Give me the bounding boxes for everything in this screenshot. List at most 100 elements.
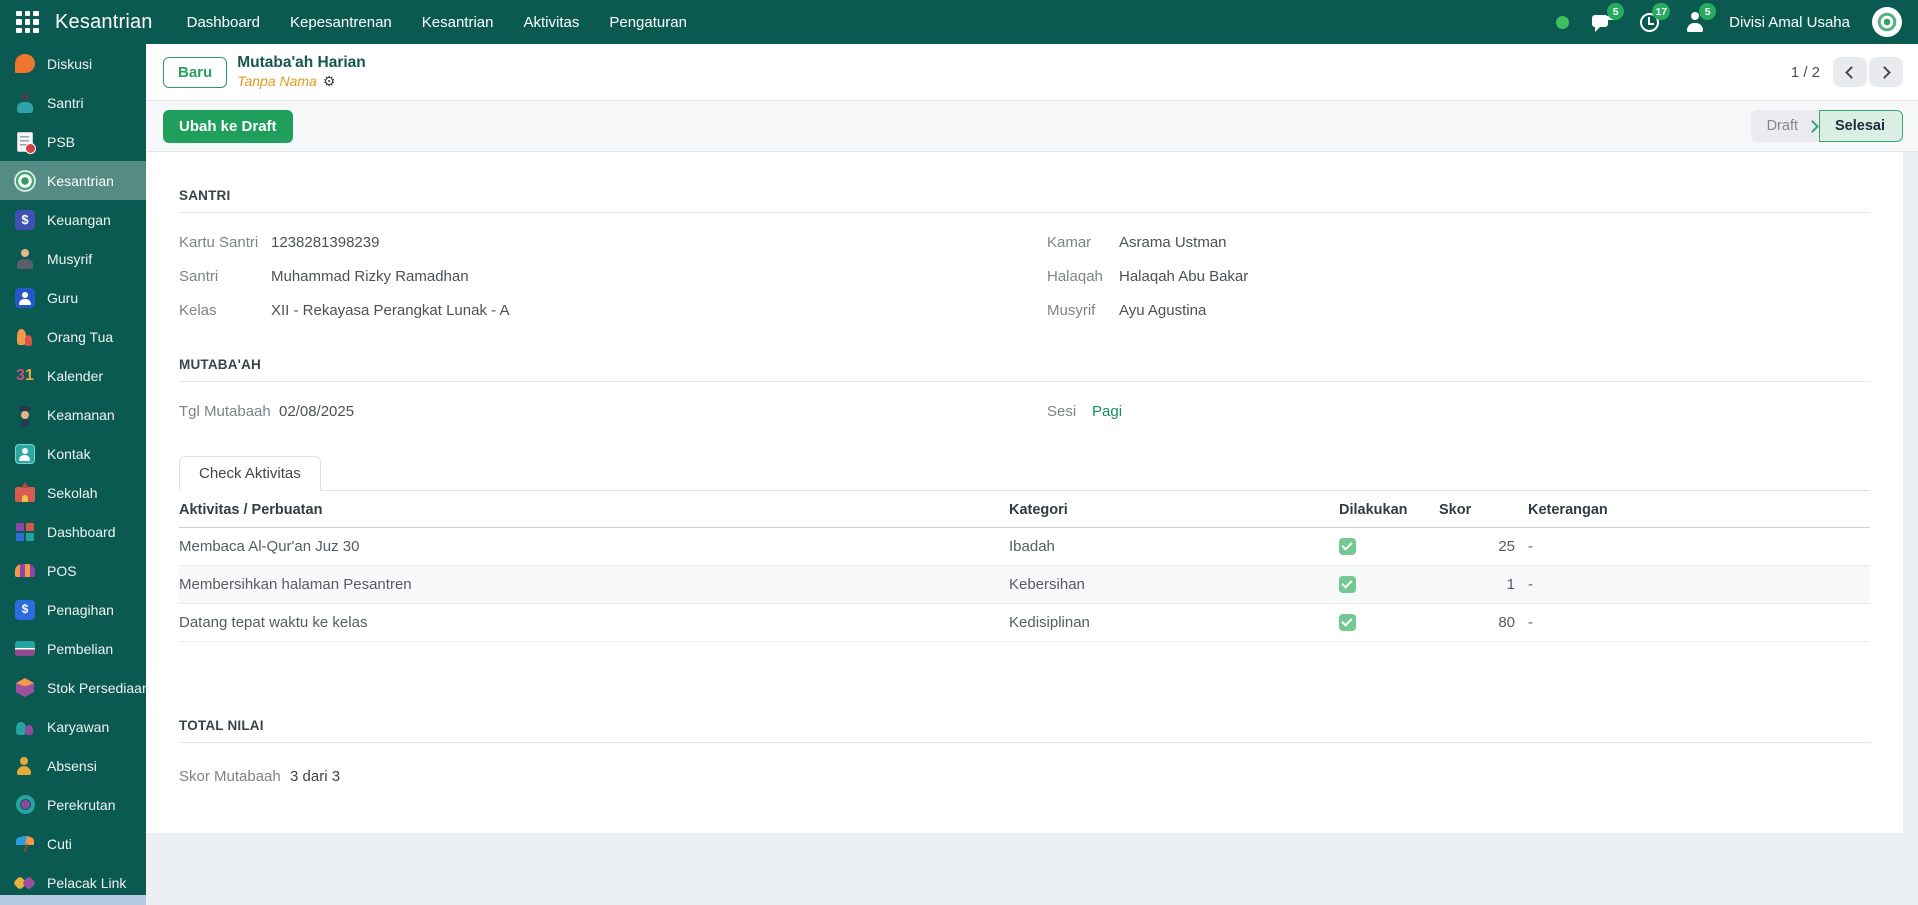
user-menu[interactable]: Divisi Amal Usaha	[1729, 14, 1850, 31]
control-panel: Baru Mutaba'ah Harian Tanpa Nama 1 / 2	[146, 44, 1918, 101]
sidebar-item-pembelian[interactable]: Pembelian	[0, 629, 146, 668]
sidebar-item-stok-persediaan[interactable]: Stok Persediaan	[0, 668, 150, 707]
form-statusbar: Ubah ke Draft Draft Selesai	[146, 101, 1918, 152]
school-building-icon	[13, 481, 37, 505]
finance-dollar-icon	[13, 208, 37, 232]
chevron-right-icon	[1878, 65, 1891, 79]
sidebar-item-kontak[interactable]: Kontak	[0, 434, 146, 473]
top-navbar: Kesantrian Dashboard Kepesantrenan Kesan…	[0, 0, 1918, 44]
status-selesai[interactable]: Selesai	[1819, 110, 1903, 142]
user-avatar[interactable]	[1872, 7, 1902, 37]
sidebar-item-dashboard[interactable]: Dashboard	[0, 512, 146, 551]
student-icon	[13, 91, 37, 115]
table-row[interactable]: Membaca Al-Qur'an Juz 30 Ibadah 25 -	[179, 527, 1870, 566]
field-kelas: Kelas XII - Rekayasa Perangkat Lunak - A	[179, 301, 510, 319]
activity-clock-icon[interactable]: 17	[1637, 3, 1671, 34]
main-content: Baru Mutaba'ah Harian Tanpa Nama 1 / 2 U…	[146, 0, 1918, 833]
field-skor-mutabaah: Skor Mutabaah 3 dari 3	[179, 767, 341, 785]
nav-menu-kesantrian[interactable]: Kesantrian	[422, 14, 494, 31]
chat-bubble-icon	[13, 52, 37, 76]
employees-icon	[13, 715, 37, 739]
record-pager: 1 / 2	[1791, 57, 1903, 87]
requests-person-icon[interactable]: 5	[1683, 3, 1717, 34]
activities-badge: 17	[1652, 3, 1671, 20]
nav-menu-pengaturan[interactable]: Pengaturan	[609, 14, 687, 31]
status-steps: Draft Selesai	[1750, 110, 1903, 142]
form-sheet: SANTRI Kartu Santri 1238281398239 Santri…	[146, 152, 1903, 833]
calendar-31-icon	[13, 364, 37, 388]
dilakukan-checkbox[interactable]	[1339, 614, 1356, 632]
table-row[interactable]: Membersihkan halaman Pesantren Kebersiha…	[179, 565, 1870, 604]
col-header-aktivitas[interactable]: Aktivitas / Perbuatan	[179, 491, 1009, 528]
col-header-skor[interactable]: Skor	[1439, 491, 1519, 528]
app-sidebar: Diskusi Santri PSB Kesantrian Keuangan M…	[0, 44, 150, 905]
mentor-person-icon	[13, 247, 37, 271]
col-header-kategori[interactable]: Kategori	[1009, 491, 1339, 528]
status-draft[interactable]: Draft	[1751, 110, 1808, 142]
nav-menu-kepesantrenan[interactable]: Kepesantrenan	[290, 14, 392, 31]
inventory-box-icon	[13, 676, 37, 700]
dashboard-grid-icon	[13, 520, 37, 544]
sidebar-item-orang-tua[interactable]: Orang Tua	[0, 317, 146, 356]
notebook-tabs: Check Aktivitas	[179, 456, 1870, 491]
table-row[interactable]: Datang tepat waktu ke kelas Kedisiplinan…	[179, 603, 1870, 642]
sidebar-item-guru[interactable]: Guru	[0, 278, 146, 317]
breadcrumb-title: Mutaba'ah Harian	[237, 54, 366, 72]
field-halaqah: Halaqah Halaqah Abu Bakar	[1047, 267, 1249, 285]
nav-menu-aktivitas[interactable]: Aktivitas	[523, 14, 579, 31]
attendance-icon	[13, 754, 37, 778]
sidebar-item-cuti[interactable]: Cuti	[0, 824, 146, 863]
link-tracker-icon	[13, 871, 37, 895]
record-name: Tanpa Nama	[237, 72, 317, 89]
messages-icon[interactable]: 5	[1591, 3, 1625, 34]
sidebar-item-karyawan[interactable]: Karyawan	[0, 707, 146, 746]
set-to-draft-button[interactable]: Ubah ke Draft	[163, 109, 293, 143]
sidebar-item-perekrutan[interactable]: Perekrutan	[0, 785, 146, 824]
sidebar-item-kalender[interactable]: Kalender	[0, 356, 146, 395]
contacts-icon	[13, 442, 37, 466]
col-header-keterangan[interactable]: Keterangan	[1519, 491, 1870, 528]
section-heading-total-nilai: TOTAL NILAI	[179, 718, 1870, 743]
sidebar-item-pos[interactable]: POS	[0, 551, 146, 590]
chevron-right-icon	[1806, 119, 1819, 133]
mutabaah-fields: Tgl Mutabaah 02/08/2025 Sesi Pagi	[179, 394, 1870, 428]
sidebar-item-kesantrian[interactable]: Kesantrian	[0, 161, 146, 200]
nav-menu-dashboard[interactable]: Dashboard	[187, 14, 260, 31]
sidebar-item-penagihan[interactable]: Penagihan	[0, 590, 146, 629]
online-status-dot	[1556, 15, 1570, 29]
sidebar-item-psb[interactable]: PSB	[0, 122, 146, 161]
dilakukan-checkbox[interactable]	[1339, 576, 1356, 594]
sidebar-item-santri[interactable]: Santri	[0, 83, 146, 122]
parents-icon	[13, 325, 37, 349]
sidebar-item-sekolah[interactable]: Sekolah	[0, 473, 146, 512]
sidebar-item-keuangan[interactable]: Keuangan	[0, 200, 146, 239]
pager-previous-button[interactable]	[1833, 57, 1867, 87]
recruitment-icon	[13, 793, 37, 817]
app-brand[interactable]: Kesantrian	[55, 11, 153, 34]
sidebar-item-absensi[interactable]: Absensi	[0, 746, 146, 785]
main-menu: Dashboard Kepesantrenan Kesantrian Aktiv…	[187, 14, 687, 31]
sidebar-scrollbar[interactable]	[0, 895, 146, 905]
breadcrumb: Mutaba'ah Harian Tanpa Nama	[237, 54, 366, 89]
sidebar-item-musyrif[interactable]: Musyrif	[0, 239, 146, 278]
col-header-dilakukan[interactable]: Dilakukan	[1339, 491, 1439, 528]
teacher-icon	[13, 286, 37, 310]
field-musyrif: Musyrif Ayu Agustina	[1047, 301, 1207, 319]
pager-next-button[interactable]	[1869, 57, 1903, 87]
field-tgl-mutabaah: Tgl Mutabaah 02/08/2025	[179, 402, 355, 420]
pos-shop-icon	[13, 559, 37, 583]
pager-counter: 1 / 2	[1790, 63, 1820, 81]
new-record-button[interactable]: Baru	[163, 56, 228, 88]
sidebar-item-keamanan[interactable]: Keamanan	[0, 395, 146, 434]
apps-grid-icon[interactable]	[16, 10, 39, 34]
invoicing-icon	[13, 598, 37, 622]
dilakukan-checkbox[interactable]	[1339, 538, 1356, 556]
requests-badge: 5	[1699, 3, 1717, 20]
tab-check-aktivitas[interactable]: Check Aktivitas	[179, 456, 321, 491]
field-sesi: Sesi Pagi	[1047, 402, 1123, 420]
gear-icon[interactable]	[323, 73, 336, 90]
section-heading-santri: SANTRI	[179, 188, 1870, 213]
sidebar-item-diskusi[interactable]: Diskusi	[0, 44, 146, 83]
purchase-icon	[13, 637, 37, 661]
santri-fields: Kartu Santri 1238281398239 Santri Muhamm…	[179, 225, 1870, 327]
